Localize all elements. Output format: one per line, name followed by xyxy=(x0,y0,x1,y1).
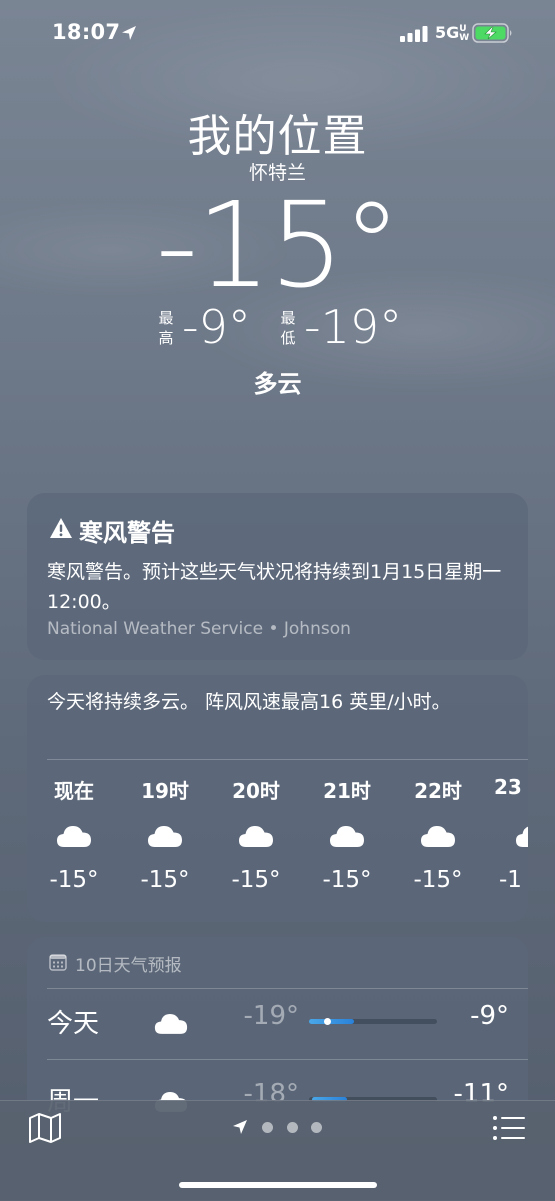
high-label: 最高 xyxy=(158,309,174,347)
hour-label: 21时 xyxy=(323,779,371,803)
high-low-row: 最高 -9° 最低 -19° xyxy=(0,300,555,360)
temperature-range-bar xyxy=(309,1018,437,1025)
hourly-item: 20时 -15° xyxy=(221,775,291,893)
ten-day-header: 10日天气预报 xyxy=(75,956,182,976)
low-temperature: -19° xyxy=(304,300,403,354)
daily-row[interactable]: 今天 -19° -9° xyxy=(27,989,528,1059)
weather-alert-card[interactable]: 寒风警告 寒风警告。预计这些天气状况将持续到1月15日星期一12:00。 Nat… xyxy=(27,493,528,660)
location-title: 我的位置 xyxy=(187,111,368,162)
page-dot[interactable] xyxy=(287,1122,298,1133)
low-label: 最低 xyxy=(280,309,296,347)
hourly-item: 21时 -15° xyxy=(312,775,382,893)
hourly-item: 23 -1 xyxy=(494,775,528,893)
hour-temperature: -15° xyxy=(322,867,372,893)
cellular-signal-icon xyxy=(400,26,428,42)
day-low: -19° xyxy=(243,1001,299,1031)
alert-body: 寒风警告。预计这些天气状况将持续到1月15日星期一12:00。 xyxy=(47,561,502,613)
hourly-item: 22时 -15° xyxy=(403,775,473,893)
hour-temperature: -15° xyxy=(140,867,190,893)
current-condition: 多云 xyxy=(253,370,302,398)
hour-temperature: -15° xyxy=(413,867,463,893)
network-suffix: UW xyxy=(459,23,470,43)
current-location-page-icon[interactable] xyxy=(232,1119,248,1135)
divider xyxy=(47,759,528,760)
battery-charging-icon xyxy=(472,23,512,43)
hour-label: 19时 xyxy=(141,779,189,803)
home-indicator xyxy=(179,1182,377,1188)
page-dot[interactable] xyxy=(311,1122,322,1133)
cloud-icon xyxy=(421,826,455,847)
hour-label: 20时 xyxy=(232,779,280,803)
hourly-item: 19时 -15° xyxy=(130,775,200,893)
network-type: 5GUW xyxy=(435,23,470,43)
temperature-range-fill xyxy=(309,1019,354,1024)
cloud-icon xyxy=(330,826,364,847)
warning-icon xyxy=(50,518,72,538)
hour-label: 22时 xyxy=(414,779,462,803)
alert-title: 寒风警告 xyxy=(79,519,175,547)
network-label: 5G xyxy=(435,23,460,42)
high-temperature: -9° xyxy=(182,300,251,354)
alert-source[interactable]: National Weather Service • Johnson xyxy=(47,619,351,639)
list-icon[interactable] xyxy=(492,1114,526,1142)
day-label: 今天 xyxy=(47,1009,100,1039)
hour-label: 23 xyxy=(494,775,522,799)
cloud-icon xyxy=(57,826,91,847)
hourly-item: 现在 -15° xyxy=(39,775,109,893)
day-high: -9° xyxy=(470,1001,509,1031)
current-temperature-marker xyxy=(323,1018,331,1025)
hour-temperature: -1 xyxy=(499,867,522,893)
map-icon[interactable] xyxy=(28,1112,62,1144)
hourly-forecast-card[interactable]: 今天将持续多云。 阵风风速最高16 英里/小时。 现在 -15° 19时 -15… xyxy=(27,675,528,922)
hour-label: 现在 xyxy=(54,779,94,803)
cloud-icon xyxy=(516,826,528,847)
calendar-icon xyxy=(49,954,67,971)
current-temperature: -15° xyxy=(155,176,402,314)
page-dot[interactable] xyxy=(262,1122,273,1133)
cloud-icon xyxy=(148,826,182,847)
hour-temperature: -15° xyxy=(49,867,99,893)
hourly-summary: 今天将持续多云。 阵风风速最高16 英里/小时。 xyxy=(47,691,451,713)
status-time: 18:07 xyxy=(52,20,121,44)
divider xyxy=(47,1059,528,1060)
cloud-icon xyxy=(154,1013,188,1034)
cloud-icon xyxy=(239,826,273,847)
hour-temperature: -15° xyxy=(231,867,281,893)
location-arrow-icon xyxy=(122,26,136,40)
